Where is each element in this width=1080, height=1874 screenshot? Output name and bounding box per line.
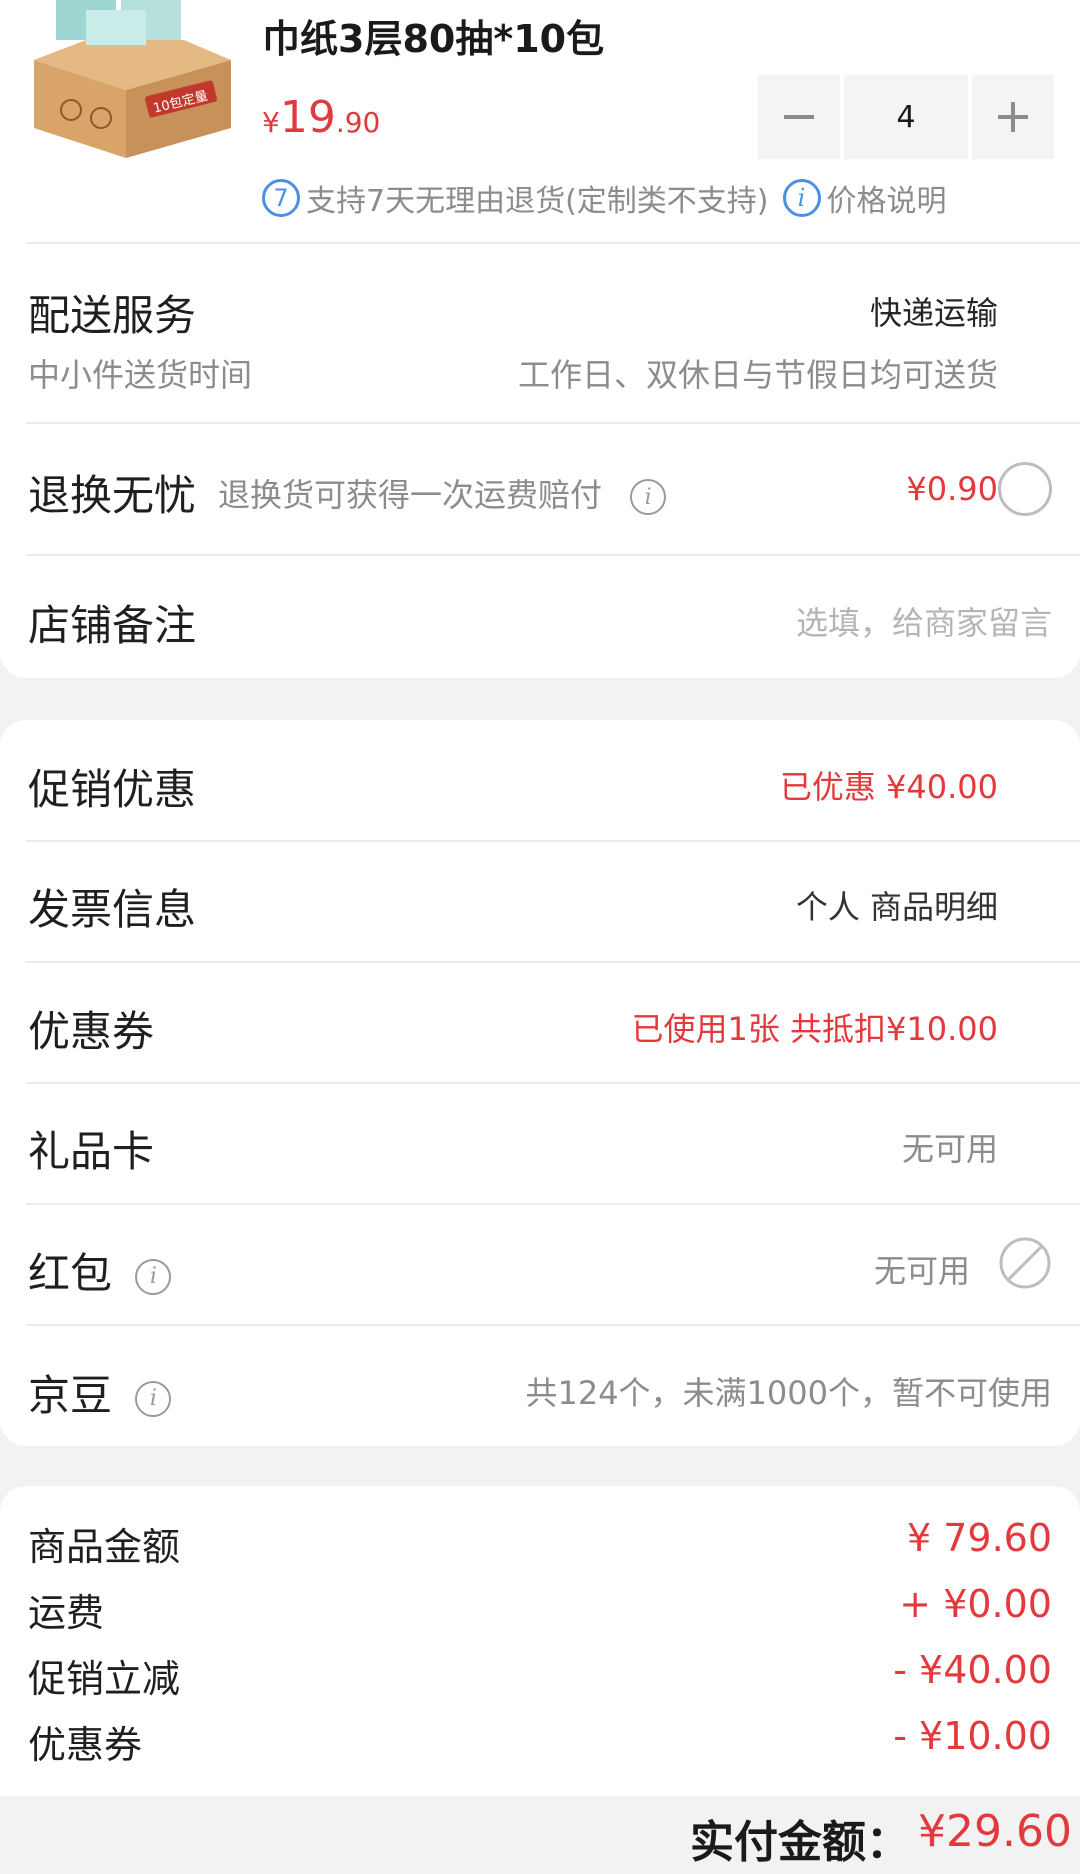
- delivery-time-label: 中小件送货时间: [28, 356, 253, 394]
- delivery-method[interactable]: 快递运输: [870, 288, 998, 334]
- invoice-title: 发票信息: [28, 885, 197, 934]
- jingdou-value: 共124个，未满1000个，暂不可使用: [525, 1374, 1052, 1412]
- summary-label-promotion: 促销立减: [28, 1657, 181, 1701]
- coupon-value[interactable]: 已使用1张 共抵扣¥10.00: [631, 1004, 998, 1050]
- gift-card-title: 礼品卡: [28, 1127, 155, 1176]
- coupon-title: 优惠券: [28, 1007, 155, 1056]
- summary-value-coupon: - ¥10.00: [893, 1714, 1052, 1758]
- total-label: 实付金额：: [690, 1817, 910, 1868]
- return-policy-text: 支持7天无理由退货(定制类不支持): [306, 184, 769, 219]
- summary-value-goods: ¥ 79.60: [906, 1516, 1052, 1560]
- quantity-stepper: 4: [758, 75, 1054, 159]
- increase-quantity-button[interactable]: [972, 75, 1054, 159]
- price-currency: ¥: [262, 106, 280, 139]
- total-bar: 实付金额： ¥29.60: [0, 1796, 1080, 1874]
- discounts-card: 促销优惠 已优惠 ¥40.00 发票信息 个人 商品明细 优惠券 已使用1张 共…: [0, 720, 1080, 1446]
- disabled-icon: [999, 1237, 1051, 1289]
- delivery-service-title: 配送服务: [28, 291, 197, 340]
- price-decimal: .90: [335, 106, 381, 139]
- order-item-card: 10包定量 巾纸3层80抽*10包 ¥19.90 4 7 支持7天无理由退货(定…: [0, 0, 1080, 678]
- divider: [26, 242, 1080, 244]
- product-price: ¥19.90: [262, 92, 380, 143]
- return-insurance-desc: 退换货可获得一次运费赔付 i: [218, 470, 667, 516]
- divider: [26, 422, 1080, 424]
- summary-label-goods: 商品金额: [28, 1525, 181, 1569]
- summary-value-promotion: - ¥40.00: [893, 1648, 1052, 1692]
- divider: [26, 1324, 1080, 1326]
- summary-label-coupon: 优惠券: [28, 1723, 143, 1767]
- summary-value-shipping: + ¥0.00: [899, 1582, 1052, 1626]
- gift-card-value[interactable]: 无可用: [902, 1124, 998, 1170]
- minus-icon: [784, 115, 814, 119]
- info-icon: i: [782, 179, 821, 217]
- service-guarantee-line[interactable]: 7 支持7天无理由退货(定制类不支持) i 价格说明: [262, 176, 947, 220]
- return-insurance-radio[interactable]: [998, 462, 1052, 516]
- price-note-link[interactable]: 价格说明: [827, 176, 947, 220]
- jingdou-title: 京豆 i: [28, 1362, 172, 1423]
- return-insurance-price: ¥0.90: [906, 470, 998, 508]
- summary-label-shipping: 运费: [28, 1591, 105, 1635]
- divider: [26, 1082, 1080, 1084]
- promotion-title: 促销优惠: [28, 765, 197, 814]
- seven-day-return-icon: 7: [262, 179, 300, 217]
- delivery-time-value[interactable]: 工作日、双休日与节假日均可送货: [518, 350, 998, 396]
- product-box-image[interactable]: 10包定量: [26, 0, 236, 160]
- quantity-input[interactable]: 4: [844, 75, 968, 159]
- promotion-value[interactable]: 已优惠 ¥40.00: [780, 762, 998, 808]
- info-icon[interactable]: i: [135, 1380, 172, 1417]
- divider: [26, 554, 1080, 556]
- price-summary-card: 商品金额 ¥ 79.60 运费 + ¥0.00 促销立减 - ¥40.00 优惠…: [0, 1486, 1080, 1796]
- total-value: ¥29.60: [918, 1806, 1072, 1857]
- divider: [26, 1203, 1080, 1205]
- shop-note-title: 店铺备注: [28, 601, 197, 650]
- shop-note-input[interactable]: 选填，给商家留言: [796, 598, 1052, 644]
- decrease-quantity-button[interactable]: [758, 75, 840, 159]
- divider: [26, 840, 1080, 842]
- red-packet-title: 红包 i: [28, 1240, 172, 1301]
- product-title: 巾纸3层80抽*10包: [262, 17, 605, 61]
- info-icon[interactable]: i: [630, 479, 667, 515]
- invoice-value[interactable]: 个人 商品明细: [796, 882, 998, 928]
- plus-icon: [998, 102, 1028, 132]
- red-packet-value: 无可用: [873, 1252, 970, 1290]
- price-integer: 19: [279, 92, 336, 143]
- return-insurance-title: 退换无忧: [28, 471, 197, 520]
- divider: [26, 961, 1080, 963]
- info-icon[interactable]: i: [135, 1258, 172, 1295]
